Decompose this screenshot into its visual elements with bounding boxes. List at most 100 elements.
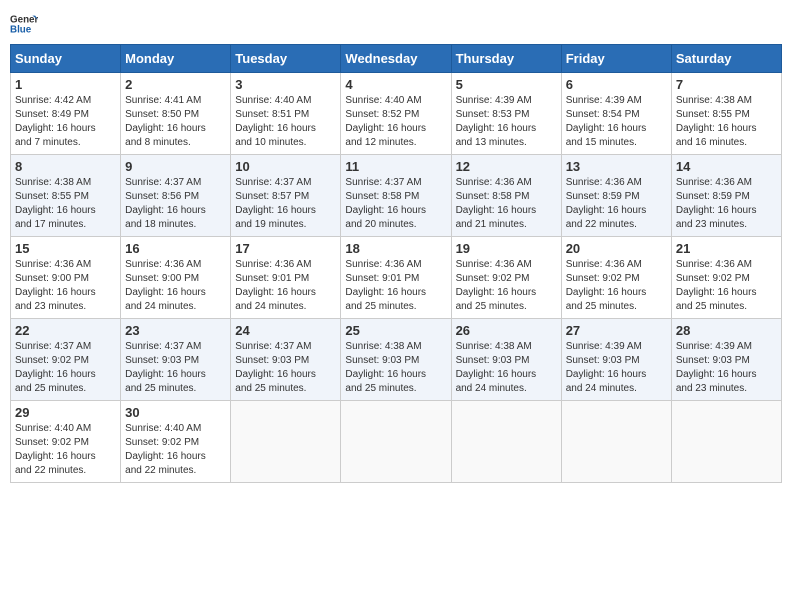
day-info: Sunrise: 4:37 AMSunset: 9:02 PMDaylight:…	[15, 340, 116, 396]
day-number: 12	[456, 159, 557, 174]
calendar-cell: 24 Sunrise: 4:37 AMSunset: 9:03 PMDayligh…	[231, 319, 341, 401]
calendar-cell: 21 Sunrise: 4:36 AMSunset: 9:02 PMDayligh…	[671, 237, 781, 319]
calendar-cell: 6 Sunrise: 4:39 AMSunset: 8:54 PMDaylight…	[561, 73, 671, 155]
logo: General Blue	[10, 10, 38, 38]
day-number: 11	[345, 159, 446, 174]
calendar-cell: 20 Sunrise: 4:36 AMSunset: 9:02 PMDayligh…	[561, 237, 671, 319]
day-info: Sunrise: 4:36 AMSunset: 9:02 PMDaylight:…	[676, 258, 777, 314]
calendar-header-row: SundayMondayTuesdayWednesdayThursdayFrid…	[11, 45, 782, 73]
day-number: 16	[125, 241, 226, 256]
calendar-week-row: 8 Sunrise: 4:38 AMSunset: 8:55 PMDaylight…	[11, 155, 782, 237]
day-number: 8	[15, 159, 116, 174]
day-number: 26	[456, 323, 557, 338]
calendar-cell: 29Sunrise: 4:40 AMSunset: 9:02 PMDayligh…	[11, 401, 121, 483]
day-number: 21	[676, 241, 777, 256]
day-number: 24	[235, 323, 336, 338]
calendar-cell: 3 Sunrise: 4:40 AMSunset: 8:51 PMDaylight…	[231, 73, 341, 155]
calendar-cell	[341, 401, 451, 483]
day-info: Sunrise: 4:40 AMSunset: 9:02 PMDaylight:…	[125, 422, 226, 478]
column-header-wednesday: Wednesday	[341, 45, 451, 73]
day-number: 7	[676, 77, 777, 92]
calendar-cell: 13 Sunrise: 4:36 AMSunset: 8:59 PMDayligh…	[561, 155, 671, 237]
day-number: 5	[456, 77, 557, 92]
day-info: Sunrise: 4:36 AMSunset: 9:00 PMDaylight:…	[15, 258, 116, 314]
calendar-cell: 19 Sunrise: 4:36 AMSunset: 9:02 PMDayligh…	[451, 237, 561, 319]
calendar-cell	[671, 401, 781, 483]
day-info: Sunrise: 4:37 AMSunset: 9:03 PMDaylight:…	[125, 340, 226, 396]
logo-icon: General Blue	[10, 10, 38, 38]
calendar-cell: 28 Sunrise: 4:39 AMSunset: 9:03 PMDayligh…	[671, 319, 781, 401]
day-info: Sunrise: 4:38 AMSunset: 8:55 PMDaylight:…	[676, 94, 777, 150]
day-number: 13	[566, 159, 667, 174]
day-info: Sunrise: 4:41 AMSunset: 8:50 PMDaylight:…	[125, 94, 226, 150]
calendar-cell	[451, 401, 561, 483]
day-number: 20	[566, 241, 667, 256]
day-number: 3	[235, 77, 336, 92]
calendar-cell: 26Sunrise: 4:38 AMSunset: 9:03 PMDayligh…	[451, 319, 561, 401]
day-info: Sunrise: 4:36 AMSunset: 9:01 PMDaylight:…	[235, 258, 336, 314]
column-header-tuesday: Tuesday	[231, 45, 341, 73]
calendar-cell: 15Sunrise: 4:36 AMSunset: 9:00 PMDayligh…	[11, 237, 121, 319]
day-info: Sunrise: 4:38 AMSunset: 8:55 PMDaylight:…	[15, 176, 116, 232]
day-info: Sunrise: 4:36 AMSunset: 9:00 PMDaylight:…	[125, 258, 226, 314]
column-header-friday: Friday	[561, 45, 671, 73]
column-header-sunday: Sunday	[11, 45, 121, 73]
day-info: Sunrise: 4:39 AMSunset: 8:54 PMDaylight:…	[566, 94, 667, 150]
calendar-cell	[561, 401, 671, 483]
day-number: 10	[235, 159, 336, 174]
calendar-cell: 14 Sunrise: 4:36 AMSunset: 8:59 PMDayligh…	[671, 155, 781, 237]
day-number: 25	[345, 323, 446, 338]
day-info: Sunrise: 4:40 AMSunset: 9:02 PMDaylight:…	[15, 422, 116, 478]
calendar-cell: 17 Sunrise: 4:36 AMSunset: 9:01 PMDayligh…	[231, 237, 341, 319]
calendar-cell: 23 Sunrise: 4:37 AMSunset: 9:03 PMDayligh…	[121, 319, 231, 401]
column-header-saturday: Saturday	[671, 45, 781, 73]
calendar-cell: 30Sunrise: 4:40 AMSunset: 9:02 PMDayligh…	[121, 401, 231, 483]
calendar-cell: 16 Sunrise: 4:36 AMSunset: 9:00 PMDayligh…	[121, 237, 231, 319]
day-info: Sunrise: 4:37 AMSunset: 8:58 PMDaylight:…	[345, 176, 446, 232]
calendar-table: SundayMondayTuesdayWednesdayThursdayFrid…	[10, 44, 782, 483]
day-info: Sunrise: 4:40 AMSunset: 8:52 PMDaylight:…	[345, 94, 446, 150]
day-info: Sunrise: 4:36 AMSunset: 8:59 PMDaylight:…	[566, 176, 667, 232]
day-info: Sunrise: 4:36 AMSunset: 9:02 PMDaylight:…	[456, 258, 557, 314]
day-info: Sunrise: 4:37 AMSunset: 9:03 PMDaylight:…	[235, 340, 336, 396]
calendar-cell: 4 Sunrise: 4:40 AMSunset: 8:52 PMDaylight…	[341, 73, 451, 155]
day-number: 6	[566, 77, 667, 92]
calendar-cell: 11 Sunrise: 4:37 AMSunset: 8:58 PMDayligh…	[341, 155, 451, 237]
day-info: Sunrise: 4:42 AMSunset: 8:49 PMDaylight:…	[15, 94, 116, 150]
day-number: 27	[566, 323, 667, 338]
day-number: 18	[345, 241, 446, 256]
calendar-cell: 7 Sunrise: 4:38 AMSunset: 8:55 PMDaylight…	[671, 73, 781, 155]
calendar-cell: 1Sunrise: 4:42 AMSunset: 8:49 PMDaylight…	[11, 73, 121, 155]
day-number: 2	[125, 77, 226, 92]
day-info: Sunrise: 4:37 AMSunset: 8:56 PMDaylight:…	[125, 176, 226, 232]
day-info: Sunrise: 4:39 AMSunset: 9:03 PMDaylight:…	[676, 340, 777, 396]
day-info: Sunrise: 4:39 AMSunset: 9:03 PMDaylight:…	[566, 340, 667, 396]
calendar-week-row: 15Sunrise: 4:36 AMSunset: 9:00 PMDayligh…	[11, 237, 782, 319]
calendar-cell: 12 Sunrise: 4:36 AMSunset: 8:58 PMDayligh…	[451, 155, 561, 237]
day-number: 14	[676, 159, 777, 174]
day-number: 4	[345, 77, 446, 92]
day-number: 28	[676, 323, 777, 338]
day-number: 9	[125, 159, 226, 174]
calendar-week-row: 29Sunrise: 4:40 AMSunset: 9:02 PMDayligh…	[11, 401, 782, 483]
calendar-cell	[231, 401, 341, 483]
calendar-cell: 18 Sunrise: 4:36 AMSunset: 9:01 PMDayligh…	[341, 237, 451, 319]
day-info: Sunrise: 4:36 AMSunset: 9:02 PMDaylight:…	[566, 258, 667, 314]
column-header-monday: Monday	[121, 45, 231, 73]
day-number: 22	[15, 323, 116, 338]
calendar-cell: 2 Sunrise: 4:41 AMSunset: 8:50 PMDaylight…	[121, 73, 231, 155]
day-info: Sunrise: 4:36 AMSunset: 9:01 PMDaylight:…	[345, 258, 446, 314]
calendar-cell: 22 Sunrise: 4:37 AMSunset: 9:02 PMDayligh…	[11, 319, 121, 401]
day-number: 23	[125, 323, 226, 338]
day-number: 17	[235, 241, 336, 256]
column-header-thursday: Thursday	[451, 45, 561, 73]
day-number: 19	[456, 241, 557, 256]
day-info: Sunrise: 4:38 AMSunset: 9:03 PMDaylight:…	[345, 340, 446, 396]
calendar-cell: 27 Sunrise: 4:39 AMSunset: 9:03 PMDayligh…	[561, 319, 671, 401]
page-header: General Blue	[10, 10, 782, 38]
day-info: Sunrise: 4:36 AMSunset: 8:58 PMDaylight:…	[456, 176, 557, 232]
day-info: Sunrise: 4:40 AMSunset: 8:51 PMDaylight:…	[235, 94, 336, 150]
calendar-cell: 25 Sunrise: 4:38 AMSunset: 9:03 PMDayligh…	[341, 319, 451, 401]
calendar-cell: 5Sunrise: 4:39 AMSunset: 8:53 PMDaylight…	[451, 73, 561, 155]
day-info: Sunrise: 4:36 AMSunset: 8:59 PMDaylight:…	[676, 176, 777, 232]
